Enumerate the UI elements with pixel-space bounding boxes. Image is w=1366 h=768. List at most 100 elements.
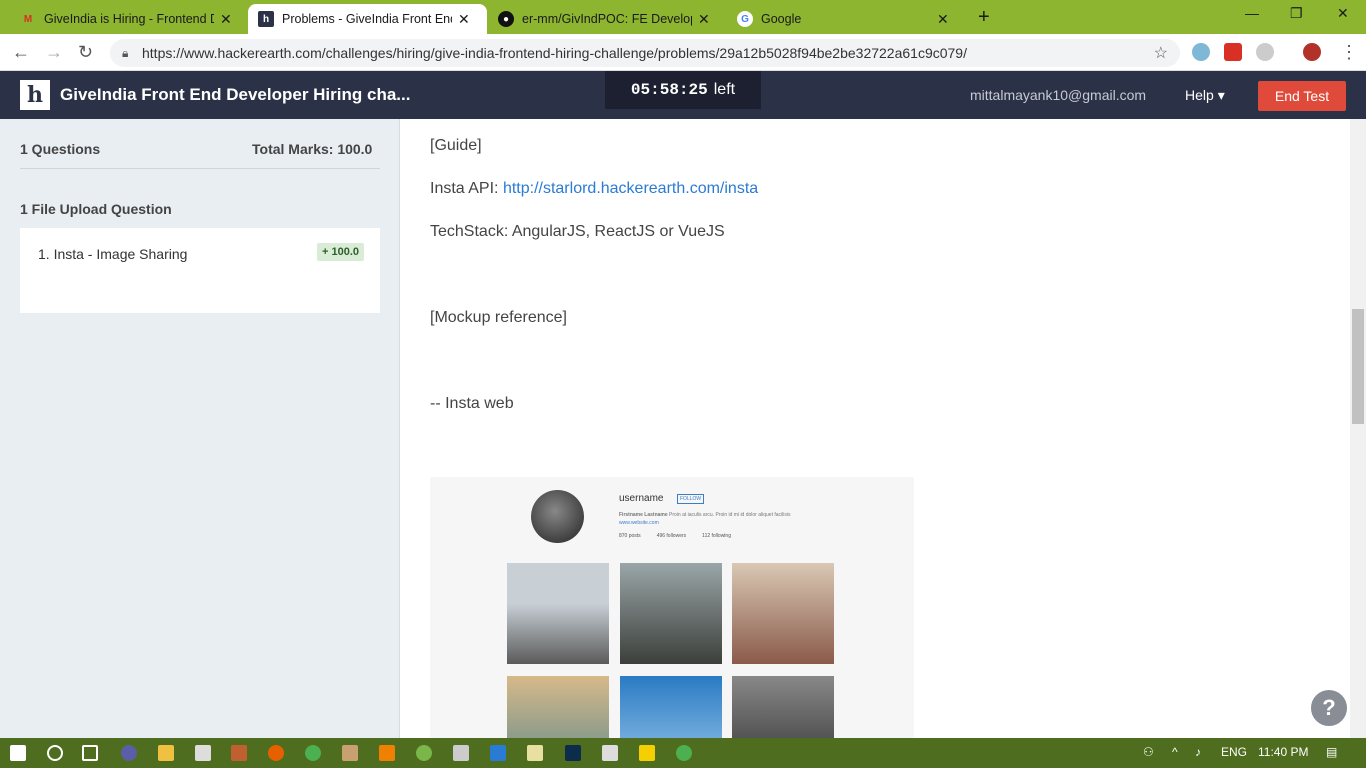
mockup-stats: 870 posts 496 followers 112 following [619,533,731,539]
hackerearth-icon: h [258,11,274,27]
restore-icon[interactable]: ❐ [1290,5,1303,22]
api-label: Insta API: [430,180,499,197]
tray-chevron-icon[interactable]: ^ [1172,745,1178,759]
chrome-icon[interactable] [305,745,321,761]
reload-icon[interactable]: ↻ [78,42,93,63]
sticky-notes-icon[interactable] [639,745,655,761]
menu-kebab-icon[interactable]: ⋮ [1340,42,1358,63]
api-line: Insta API: http://starlord.hackerearth.c… [430,180,758,198]
volume-icon[interactable]: ♪ [1195,745,1201,759]
mockup-posts: 870 posts [619,533,641,539]
tab-title: GiveIndia is Hiring - Frontend De [44,12,214,26]
mockup-bio-text: Proin at iaculis arcu. Proin id mi id do… [669,512,791,518]
close-icon[interactable]: ✕ [937,11,949,28]
end-test-button[interactable]: End Test [1258,81,1346,111]
marks-badge: + 100.0 [317,243,365,261]
language-indicator[interactable]: ENG [1221,745,1247,759]
firefox-icon[interactable] [268,745,284,761]
close-icon[interactable]: ✕ [698,11,710,28]
scrollbar[interactable] [1350,119,1366,738]
tab-hackerearth[interactable]: h Problems - GiveIndia Front End D ✕ [248,4,487,34]
tab-title: er-mm/GivIndPOC: FE Developer [522,12,692,26]
app-icon[interactable] [231,745,247,761]
url-text: https://www.hackerearth.com/challenges/h… [142,45,967,61]
mockup-following: 112 following [702,533,731,539]
notifications-icon[interactable]: ▤ [1326,745,1337,759]
notepad-icon[interactable] [527,745,543,761]
vscode-icon[interactable] [490,745,506,761]
close-icon[interactable]: ✕ [220,11,232,28]
mockup-bio-name: Firstname Lastname [619,512,668,518]
problem-content: [Guide] Insta API: http://starlord.hacke… [400,119,1350,738]
forward-icon[interactable]: → [45,42,63,63]
tab-github[interactable]: ● er-mm/GivIndPOC: FE Developer ✕ [488,4,725,34]
caret-down-icon: ▾ [1217,87,1225,103]
app-icon[interactable] [342,745,358,761]
people-icon[interactable]: ⚇ [1143,745,1154,759]
windows-taskbar: ⚇ ^ ♪ ENG 11:40 PM ▤ [0,738,1366,768]
mockup-follow-button: FOLLOW [677,494,705,504]
github-icon: ● [498,11,514,27]
tab-gmail[interactable]: M GiveIndia is Hiring - Frontend De ✕ [10,4,247,34]
app-icon[interactable] [121,745,137,761]
tab-google[interactable]: G Google ✕ [727,4,964,34]
insta-web-label: -- Insta web [430,395,514,412]
utorrent-icon[interactable] [416,745,432,761]
file-explorer-icon[interactable] [158,745,174,761]
mockup-followers: 496 followers [656,533,687,539]
mockup-bio: Firstname Lastname Proin at iaculis arcu… [619,512,790,518]
questions-count: 1 Questions [20,141,101,157]
back-icon[interactable]: ← [12,42,30,63]
extension-search-icon[interactable] [1192,43,1210,61]
question-sidebar: 1 Questions Total Marks: 100.0 1 File Up… [0,119,400,738]
question-name: 1. Insta - Image Sharing [38,246,188,262]
extension-cors-icon[interactable] [1224,43,1242,61]
mockup-image: username FOLLOW Firstname Lastname Proin… [430,477,914,738]
help-menu[interactable]: Help ▾ [1185,87,1225,104]
section-heading: 1 File Upload Question [20,201,172,217]
app-icon[interactable] [453,745,469,761]
profile-avatar[interactable] [1303,43,1321,61]
question-item[interactable]: 1. Insta - Image Sharing + 100.0 [20,228,380,313]
mockup-photo [620,676,722,738]
app-header: h GiveIndia Front End Developer Hiring c… [0,71,1366,119]
user-email[interactable]: mittalmayank10@gmail.com [970,87,1146,103]
mockup-photo [732,563,834,664]
google-icon: G [737,11,753,27]
vlc-icon[interactable] [379,745,395,761]
mockup-heading: [Mockup reference] [430,309,567,326]
hackerearth-logo-icon[interactable]: h [20,80,50,110]
windows-start-icon[interactable] [10,745,26,761]
window-close-icon[interactable]: ✕ [1337,5,1349,22]
chrome-icon[interactable] [676,745,692,761]
cortana-icon[interactable] [47,745,63,761]
timer-value: 05:58:25 [630,81,708,99]
url-field[interactable]: 🔒︎ https://www.hackerearth.com/challenge… [110,39,1180,67]
extension-sync-icon[interactable] [1256,43,1274,61]
mockup-avatar [531,490,584,543]
new-tab-icon[interactable]: + [978,6,990,29]
calculator-icon[interactable] [602,745,618,761]
help-label: Help [1185,87,1214,103]
clock[interactable]: 11:40 PM [1258,745,1308,759]
mockup-username: username [619,493,664,504]
countdown-timer: 05:58:25 left [605,71,761,109]
help-question-icon[interactable]: ? [1308,687,1350,729]
mockup-website: www.website.com [619,520,659,526]
minimize-icon[interactable]: — [1245,5,1259,21]
scrollbar-thumb[interactable] [1352,309,1364,424]
browser-tab-strip: M GiveIndia is Hiring - Frontend De ✕ h … [0,0,1366,34]
close-icon[interactable]: ✕ [458,11,470,28]
total-marks: Total Marks: 100.0 [252,141,373,157]
mockup-photo [620,563,722,664]
lock-icon: 🔒︎ [122,46,129,60]
photoshop-icon[interactable] [565,745,581,761]
task-view-icon[interactable] [82,745,98,761]
store-icon[interactable] [195,745,211,761]
mockup-photo [507,563,609,664]
mockup-photo [732,676,834,738]
bookmark-star-icon[interactable]: ☆ [1154,43,1168,63]
page-title: GiveIndia Front End Developer Hiring cha… [60,85,411,104]
api-link[interactable]: http://starlord.hackerearth.com/insta [503,180,758,197]
mockup-photo [507,676,609,738]
